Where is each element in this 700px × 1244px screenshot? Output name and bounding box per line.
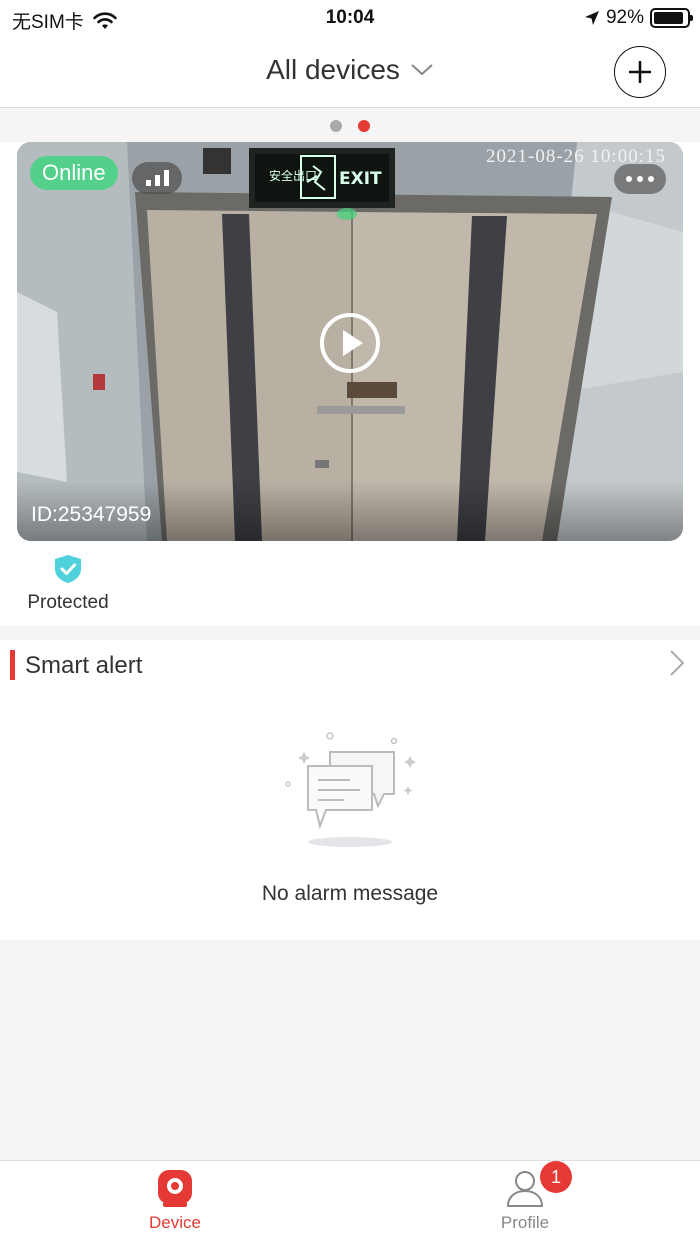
online-status-badge: Online bbox=[30, 156, 118, 190]
nav-bar: All devices bbox=[0, 36, 700, 108]
more-dot bbox=[637, 176, 643, 182]
page-indicator bbox=[0, 110, 700, 142]
page-dot[interactable] bbox=[330, 120, 342, 132]
more-options-button[interactable] bbox=[614, 164, 666, 194]
tab-bar: Device Profile 1 bbox=[0, 1160, 700, 1244]
signal-strength-icon bbox=[132, 162, 182, 194]
battery-level-fill bbox=[654, 12, 684, 24]
page-dot[interactable] bbox=[358, 120, 370, 132]
nav-title: All devices bbox=[266, 54, 400, 85]
tab-profile-label: Profile bbox=[500, 1213, 550, 1232]
add-device-button[interactable] bbox=[614, 46, 666, 98]
empty-state-message: No alarm message bbox=[261, 882, 439, 905]
battery-icon bbox=[650, 8, 693, 28]
play-icon[interactable] bbox=[319, 312, 381, 374]
signal-bar bbox=[163, 170, 169, 186]
protection-toggle[interactable]: Protected bbox=[20, 554, 116, 614]
camera-preview[interactable]: 安全出口 EXIT Online 2021-08-26 10:00:15 ID:… bbox=[17, 142, 683, 541]
svg-text:EXIT: EXIT bbox=[339, 169, 382, 189]
person-icon bbox=[506, 1171, 544, 1207]
signal-bar bbox=[154, 175, 160, 186]
smart-alert-header[interactable]: Smart alert bbox=[0, 640, 700, 690]
tab-device[interactable]: Device bbox=[100, 1169, 250, 1233]
empty-messages-icon bbox=[285, 732, 416, 847]
smart-alert-title: Smart alert bbox=[25, 652, 143, 679]
device-section: 安全出口 EXIT Online 2021-08-26 10:00:15 ID:… bbox=[0, 142, 700, 626]
device-filter-dropdown[interactable]: All devices bbox=[0, 54, 700, 86]
camera-icon bbox=[158, 1170, 192, 1207]
status-bar: 无SIM卡 10:04 92% bbox=[0, 0, 700, 36]
plus-icon bbox=[629, 61, 651, 83]
shield-check-icon bbox=[55, 555, 81, 583]
tab-profile[interactable]: Profile 1 bbox=[450, 1161, 600, 1233]
protection-label: Protected bbox=[27, 592, 109, 613]
signal-bar bbox=[145, 180, 151, 186]
tab-device-label: Device bbox=[149, 1213, 201, 1232]
battery-percent: 92% bbox=[605, 7, 644, 28]
location-arrow-icon bbox=[584, 11, 599, 25]
section-accent-bar bbox=[10, 650, 15, 680]
notification-badge: 1 bbox=[540, 1161, 572, 1193]
more-dot bbox=[626, 176, 632, 182]
more-dot bbox=[648, 176, 654, 182]
chevron-right-icon bbox=[670, 650, 685, 676]
status-right: 92% bbox=[584, 7, 693, 29]
smart-alert-section: Smart alert No alarm message bbox=[0, 640, 700, 940]
device-id: ID:25347959 bbox=[31, 503, 152, 526]
chevron-down-icon bbox=[411, 64, 433, 76]
